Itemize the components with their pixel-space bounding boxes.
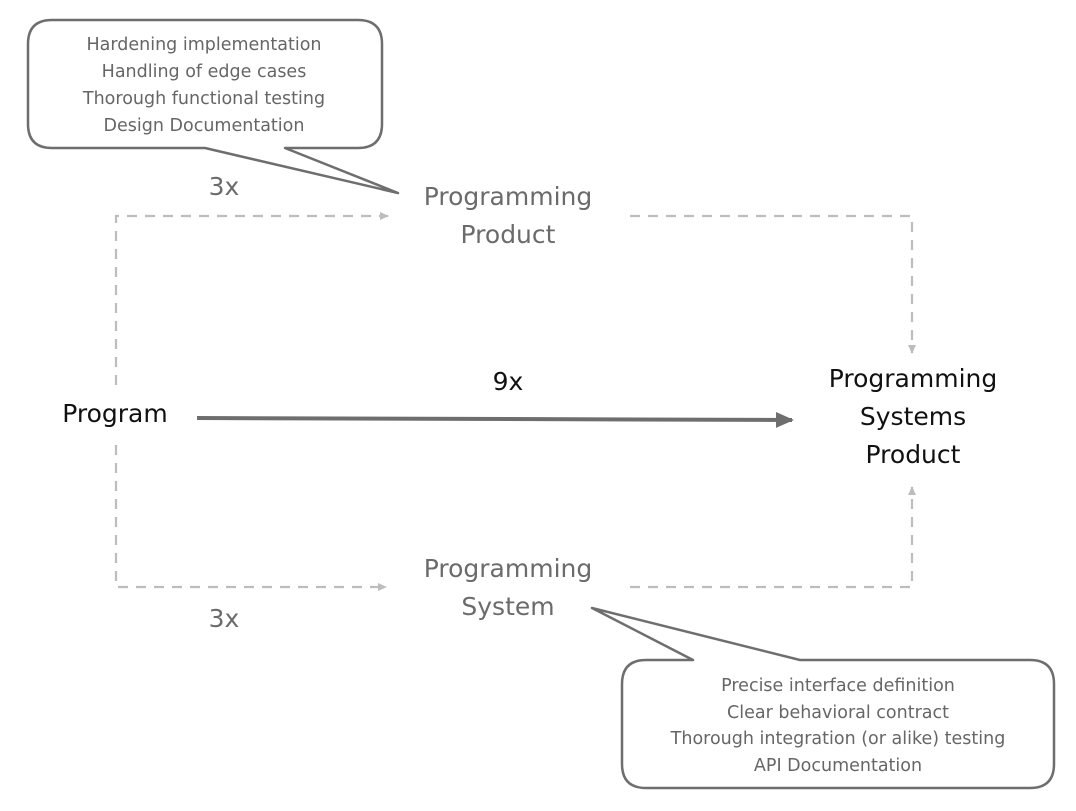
edge-label-direct: 9x xyxy=(493,367,524,396)
node-product-line: Programming xyxy=(424,182,593,211)
callout-system-line: API Documentation xyxy=(754,756,922,776)
callout-system-line: Precise interface definition xyxy=(721,676,955,696)
edge-program-to-system xyxy=(114,445,387,591)
callout-product-line: Design Documentation xyxy=(104,116,305,136)
diagram: Hardening implementation Handling of edg… xyxy=(26,18,1056,790)
node-systems-product-line: Programming xyxy=(829,364,998,393)
node-system-line: Programming xyxy=(424,554,593,583)
edge-system-to-systems-product xyxy=(630,486,916,589)
callout-product-line: Hardening implementation xyxy=(86,35,321,55)
edge-product-to-systems-product xyxy=(630,214,916,354)
node-system-line: System xyxy=(461,592,554,621)
node-product-line: Product xyxy=(461,220,556,249)
callout-system-line: Clear behavioral contract xyxy=(727,703,949,723)
node-systems-product-line: Product xyxy=(866,440,961,469)
callout-product-line: Handling of edge cases xyxy=(102,62,307,82)
node-systems-product-line: Systems xyxy=(860,402,966,431)
edge-label-to-product: 3x xyxy=(209,172,240,201)
node-program: Program xyxy=(62,399,167,428)
callout-product-line: Thorough functional testing xyxy=(82,89,325,109)
callout-system-line: Thorough integration (or alike) testing xyxy=(670,729,1006,749)
edge-program-to-product xyxy=(114,212,389,385)
edge-label-to-system: 3x xyxy=(209,604,240,633)
edge-program-to-systems-product xyxy=(196,411,794,428)
